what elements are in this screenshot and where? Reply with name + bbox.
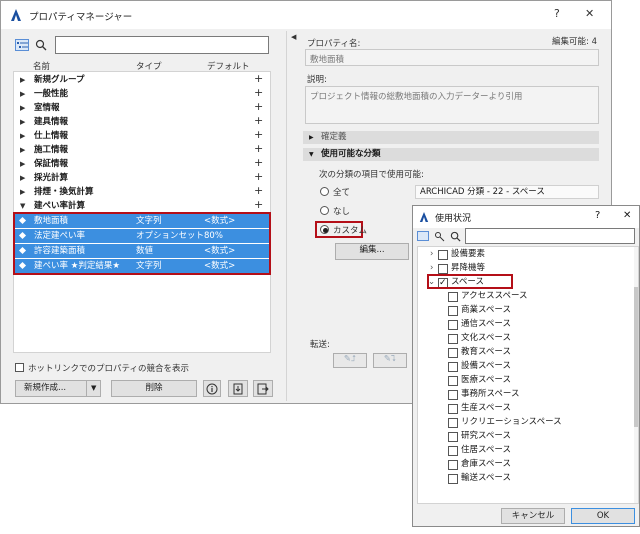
chevron-right-icon: ▶	[309, 134, 314, 141]
space-highlight-frame	[427, 274, 513, 289]
section-classification[interactable]: ▼ 使用可能な分類	[303, 148, 599, 161]
add-property-icon: +	[254, 142, 264, 155]
selection-highlight-frame	[13, 212, 271, 275]
group-row[interactable]: ▶ 建具情報 +	[14, 114, 270, 129]
tree-view-icon[interactable]	[417, 231, 429, 241]
property-name-label: プロパティ名:	[307, 39, 361, 49]
archicad-logo-icon	[11, 9, 21, 21]
radio-custom-label: カスタム	[333, 226, 368, 236]
add-property-icon: +	[254, 86, 264, 99]
ok-button[interactable]: OK	[571, 508, 635, 524]
tree-checkbox	[448, 292, 458, 302]
dialog-title: 使用状況	[435, 214, 472, 224]
pipette-icon: ✎⮥	[343, 354, 357, 364]
window-title: プロパティマネージャー	[29, 12, 133, 23]
pipette-icon: ✎⮧	[383, 354, 397, 364]
add-property-icon: +	[254, 198, 264, 211]
hotlink-checkbox[interactable]	[15, 363, 24, 372]
export-icon	[257, 383, 269, 395]
radio-none[interactable]	[320, 206, 329, 215]
add-property-icon: +	[254, 156, 264, 169]
tree-checkbox	[448, 474, 458, 484]
tree-checkbox	[448, 446, 458, 456]
chevron-right-icon: ›	[430, 263, 434, 273]
transfer-out-button[interactable]: ✎⮧	[373, 353, 407, 368]
filter-icon[interactable]	[434, 231, 445, 242]
group-row[interactable]: ▶ 室情報 +	[14, 100, 270, 115]
tree-checkbox	[438, 264, 448, 274]
tree-checkbox	[448, 348, 458, 358]
radio-all[interactable]	[320, 187, 329, 196]
radio-custom[interactable]	[320, 225, 329, 234]
add-property-icon: +	[254, 170, 264, 183]
panel-divider[interactable]	[286, 31, 287, 401]
editable-count: 編集可能: 4	[552, 37, 597, 47]
hotlink-checkbox-label: ホットリンクでのプロパティの競合を表示	[28, 364, 189, 374]
description-field[interactable]: プロジェクト情報の総敷地面積の入力データーより引用	[305, 86, 599, 124]
dialog-title-bar: 使用状況 ? ✕	[413, 206, 639, 228]
tree-checkbox	[448, 376, 458, 386]
title-bar: プロパティマネージャー ? ✕	[1, 1, 611, 29]
cancel-button[interactable]: キャンセル	[501, 508, 565, 524]
edit-button[interactable]: 編集...	[335, 243, 409, 260]
tree-checkbox	[448, 306, 458, 316]
new-button[interactable]: 新規作成... ▼	[15, 380, 101, 397]
group-row[interactable]: ▶ 施工情報 +	[14, 142, 270, 157]
group-row[interactable]: ▶ 排煙・換気計算 +	[14, 184, 270, 199]
radio-none-label: なし	[333, 207, 351, 217]
search-input[interactable]	[55, 36, 269, 54]
dialog-close-button[interactable]: ✕	[623, 210, 631, 221]
property-name-field[interactable]: 敷地面積	[305, 49, 599, 66]
group-row[interactable]: ▶ 仕上情報 +	[14, 128, 270, 143]
search-icon	[450, 231, 461, 242]
usage-dialog: 使用状況 ? ✕ ›設備要素 ›昇降機等 ⌄スペース アクセススペース 商業スペ…	[412, 205, 640, 527]
group-row[interactable]: ▶ 一般性能 +	[14, 86, 270, 101]
dropdown-arrow-icon: ▼	[86, 381, 96, 396]
available-label: 次の分類の項目で使用可能:	[319, 170, 424, 180]
group-row[interactable]: ▶ 新規グループ +	[14, 72, 270, 87]
import-icon	[233, 383, 243, 395]
info-button[interactable]	[203, 380, 221, 397]
add-property-icon: +	[254, 128, 264, 141]
close-button[interactable]: ✕	[585, 7, 594, 20]
tree-checkbox	[448, 334, 458, 344]
tree-checkbox	[448, 460, 458, 470]
scrollbar-thumb	[634, 287, 638, 427]
search-icon	[35, 39, 47, 51]
info-icon	[206, 383, 218, 395]
radio-all-label: 全て	[333, 188, 351, 198]
add-property-icon: +	[254, 184, 264, 197]
group-row[interactable]: ▶ 保証情報 +	[14, 156, 270, 171]
chevron-down-icon: ▼	[309, 151, 314, 158]
tree-checkbox	[448, 404, 458, 414]
dialog-search-input[interactable]	[465, 228, 635, 244]
tree-checkbox	[448, 390, 458, 400]
archicad-logo-icon	[419, 212, 429, 222]
dialog-help-button[interactable]: ?	[595, 210, 600, 221]
add-property-icon: +	[254, 72, 264, 85]
export-button[interactable]	[253, 380, 273, 397]
tree-checkbox	[448, 320, 458, 330]
transfer-label: 転送:	[310, 340, 330, 350]
description-label: 説明:	[307, 75, 327, 85]
help-button[interactable]: ?	[554, 7, 560, 20]
import-button[interactable]	[228, 380, 248, 397]
collapse-panel-icon[interactable]: ◀	[291, 33, 296, 41]
chevron-right-icon: ›	[430, 249, 434, 259]
classification-value: ARCHICAD 分類 - 22 - スペース	[415, 185, 599, 199]
group-row[interactable]: ▶ 採光計算 +	[14, 170, 270, 185]
add-property-icon: +	[254, 100, 264, 113]
transfer-in-button[interactable]: ✎⮥	[333, 353, 367, 368]
delete-button[interactable]: 削除	[111, 380, 197, 397]
tree-view-icon[interactable]	[15, 39, 29, 51]
tree-checkbox	[438, 250, 448, 260]
tree-checkbox	[448, 432, 458, 442]
section-definition[interactable]: ▶ 確定義	[303, 131, 599, 144]
tree-checkbox	[448, 418, 458, 428]
group-row-expanded[interactable]: ▼ 建ぺい率計算 +	[14, 198, 270, 213]
tree-scrollbar[interactable]	[634, 247, 638, 503]
add-property-icon: +	[254, 114, 264, 127]
tree-checkbox	[448, 362, 458, 372]
